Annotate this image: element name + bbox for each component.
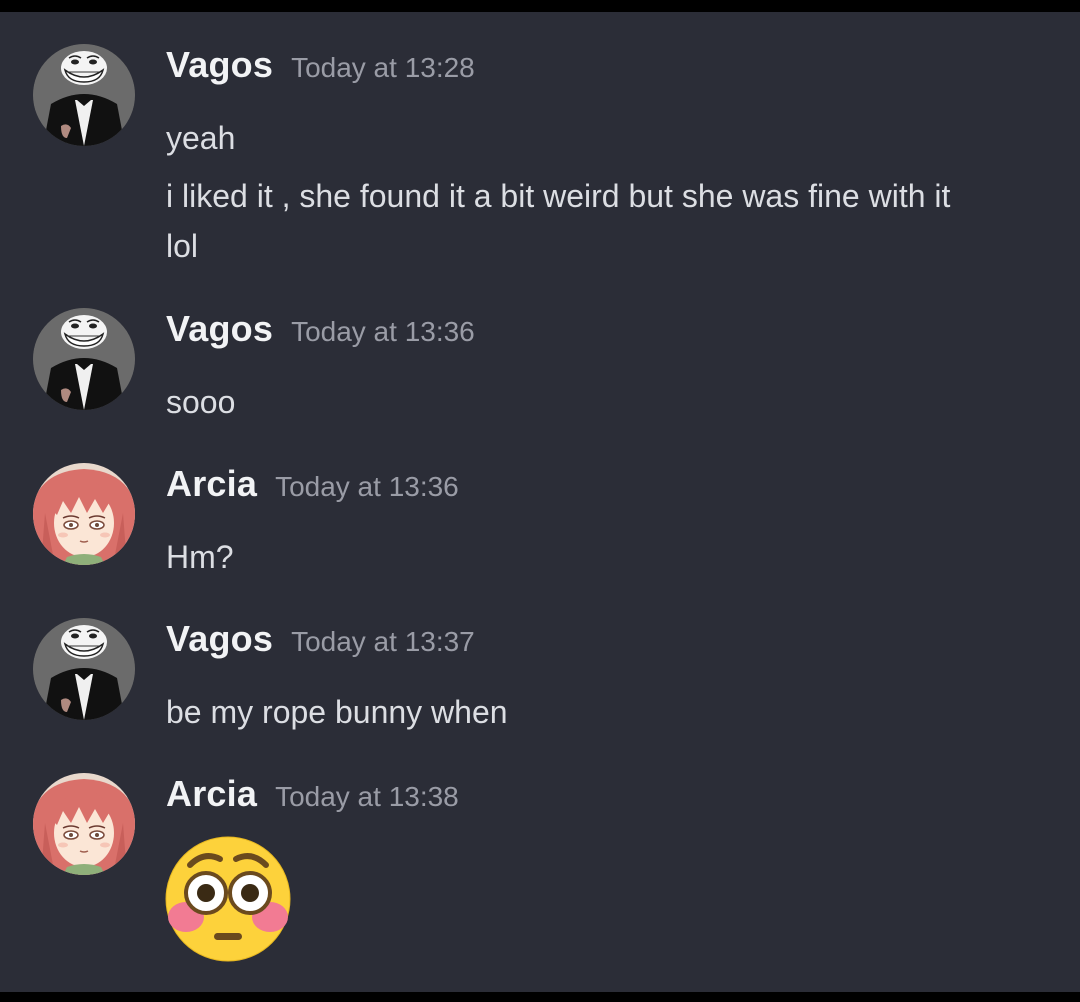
- anime-girl-icon: [33, 773, 135, 875]
- username[interactable]: Vagos: [166, 308, 273, 349]
- message-content: i liked it , she found it a bit weird bu…: [166, 171, 1056, 271]
- message-text: yeah: [166, 120, 236, 156]
- username[interactable]: Arcia: [166, 463, 257, 504]
- user-avatar[interactable]: [33, 44, 135, 146]
- trollface-suit-icon: [33, 44, 135, 146]
- message-text: Hm?: [166, 539, 234, 575]
- anime-girl-icon: [33, 463, 135, 565]
- message-header: Vagos Today at 13:28: [166, 44, 475, 86]
- user-avatar[interactable]: [33, 308, 135, 410]
- message-content: yeah: [166, 113, 1056, 163]
- user-avatar[interactable]: [33, 463, 135, 565]
- message-header: Arcia Today at 13:36: [166, 463, 459, 505]
- trollface-suit-icon: [33, 308, 135, 410]
- message-content: sooo: [166, 377, 1056, 427]
- timestamp: Today at 13:37: [291, 626, 475, 657]
- message-content: be my rope bunny when: [166, 687, 1056, 737]
- timestamp: Today at 13:36: [291, 316, 475, 347]
- username[interactable]: Vagos: [166, 44, 273, 85]
- message-text: lol: [166, 228, 199, 264]
- message-text: be my rope bunny when: [166, 694, 508, 730]
- message-content: Hm?: [166, 532, 1056, 582]
- message-text: sooo: [166, 384, 236, 420]
- username[interactable]: Vagos: [166, 618, 273, 659]
- bottom-bar: [0, 992, 1080, 1002]
- message-text: i liked it , she found it a bit weird bu…: [166, 178, 951, 214]
- timestamp: Today at 13:36: [275, 471, 459, 502]
- message-header: Vagos Today at 13:36: [166, 308, 475, 350]
- chat-message-list: Vagos Today at 13:28 yeah i liked it , sh…: [0, 12, 1080, 992]
- username[interactable]: Arcia: [166, 773, 257, 814]
- timestamp: Today at 13:38: [275, 781, 459, 812]
- trollface-suit-icon: [33, 618, 135, 720]
- timestamp: Today at 13:28: [291, 52, 475, 83]
- user-avatar[interactable]: [33, 618, 135, 720]
- message-header: Vagos Today at 13:37: [166, 618, 475, 660]
- flushed-face-emoji-icon: [164, 835, 292, 963]
- message-header: Arcia Today at 13:38: [166, 773, 459, 815]
- user-avatar[interactable]: [33, 773, 135, 875]
